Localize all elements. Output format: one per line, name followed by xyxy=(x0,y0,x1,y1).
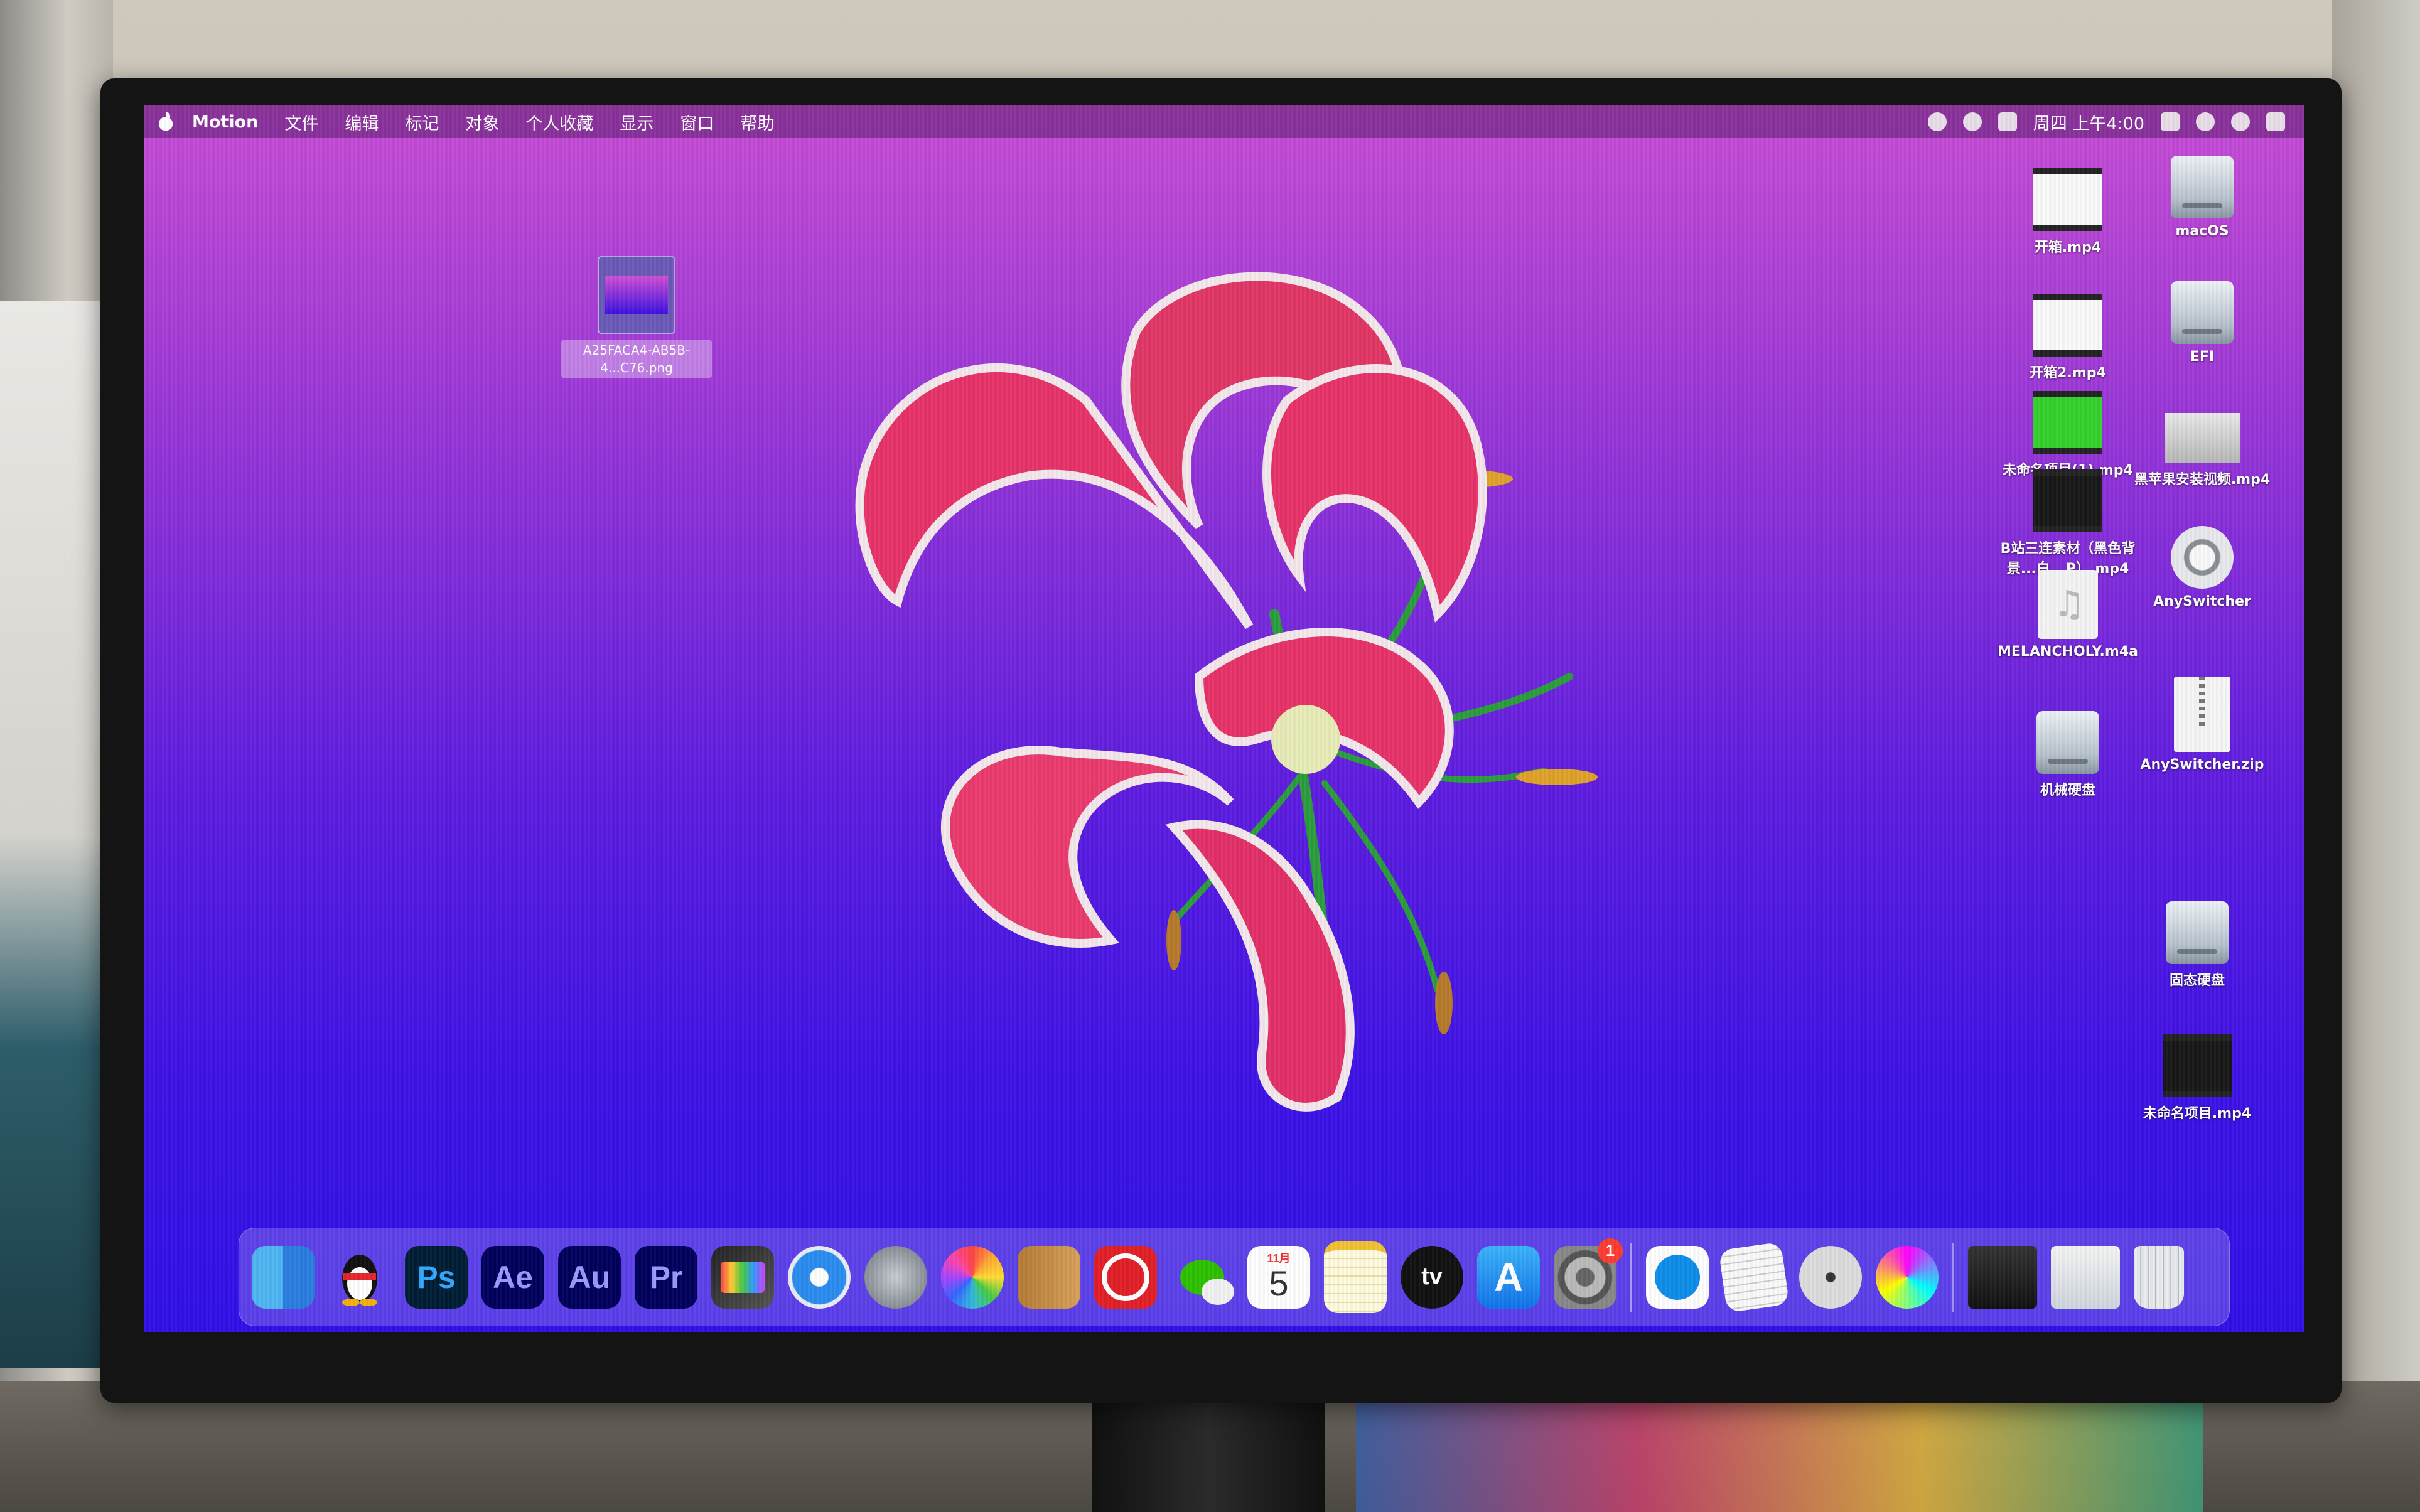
menu-view[interactable]: 显示 xyxy=(620,110,653,134)
after-effects-icon[interactable]: Ae xyxy=(481,1245,544,1309)
desktop-icon-efi-disk[interactable]: EFI xyxy=(2127,281,2277,365)
qq-status-icon[interactable] xyxy=(1962,112,1982,131)
desktop-screen: Motion 文件 编辑 标记 对象 个人收藏 显示 窗口 帮助 周四 上午4:… xyxy=(144,105,2304,1332)
apple-menu-icon[interactable] xyxy=(157,112,175,131)
desktop-icon-video[interactable]: 开箱2.mp4 xyxy=(1992,294,2143,382)
zip-file-icon xyxy=(2174,677,2230,752)
wechat-icon[interactable] xyxy=(1171,1246,1234,1309)
spotlight-search-icon[interactable] xyxy=(2196,112,2215,131)
desktop-icon-video[interactable]: 未命名项目(1).mp4 xyxy=(1992,391,2143,479)
desktop-icon-video[interactable]: 黑苹果安装视频.mp4 xyxy=(2127,413,2277,488)
anther xyxy=(1516,769,1598,785)
notification-badge: 1 xyxy=(1598,1238,1623,1263)
photoshop-icon[interactable]: Ps xyxy=(405,1245,468,1309)
calendar-day: 5 xyxy=(1269,1263,1289,1303)
motion-icon[interactable] xyxy=(1876,1245,1939,1309)
premiere-pro-icon[interactable]: Pr xyxy=(635,1245,697,1309)
menu-favorites[interactable]: 个人收藏 xyxy=(525,110,593,134)
calendar-month: 11月 xyxy=(1267,1252,1291,1265)
desktop-icon-hdd[interactable]: 机械硬盘 xyxy=(1992,711,2143,799)
siri-icon[interactable] xyxy=(2231,112,2250,131)
hard-disk-icon xyxy=(2166,901,2229,964)
input-method-icon[interactable] xyxy=(2161,112,2180,131)
netease-music-icon[interactable] xyxy=(1094,1245,1157,1309)
background-wall-right xyxy=(2332,0,2420,1512)
dock-separator xyxy=(1630,1242,1632,1312)
downloads-stack-icon[interactable] xyxy=(1968,1245,2037,1309)
contacts-icon[interactable] xyxy=(1018,1245,1080,1309)
video-file-icon xyxy=(2033,168,2102,231)
qq-penguin-icon xyxy=(342,1255,377,1306)
notes-icon[interactable] xyxy=(1324,1241,1387,1313)
notification-center-icon[interactable] xyxy=(2266,112,2285,131)
menu-clock[interactable]: 周四 上午4:00 xyxy=(2033,110,2144,134)
music-note-icon xyxy=(1102,1253,1149,1301)
video-file-icon xyxy=(2163,1034,2232,1097)
flower-center xyxy=(1271,705,1340,774)
desktop-icon-video[interactable]: B站三连素材（黑色背景...白...P）.mp4 xyxy=(1992,469,2143,577)
photos-icon[interactable] xyxy=(941,1245,1004,1309)
desktop-file-label: A25FACA4-AB5B-4...C76.png xyxy=(561,340,712,378)
menu-help[interactable]: 帮助 xyxy=(740,110,774,134)
qq-icon[interactable] xyxy=(328,1246,391,1309)
desktop-icon-ssd[interactable]: 固态硬盘 xyxy=(2122,901,2272,989)
system-preferences-icon[interactable]: 1 xyxy=(1554,1238,1623,1309)
dvd-player-icon[interactable] xyxy=(1799,1245,1862,1309)
desktop-icon-anyswitcher[interactable]: AnySwitcher xyxy=(2127,526,2277,609)
dock-separator xyxy=(1952,1242,1954,1312)
video-file-icon xyxy=(2033,469,2102,532)
a-glyph-icon: A xyxy=(1493,1254,1524,1300)
anther xyxy=(1166,910,1181,970)
desktop-file-png[interactable]: A25FACA4-AB5B-4...C76.png xyxy=(561,256,712,378)
teamviewer-status-icon[interactable] xyxy=(1998,112,2017,131)
menu-bar: Motion 文件 编辑 标记 对象 个人收藏 显示 窗口 帮助 周四 上午4:… xyxy=(144,105,2304,138)
menu-window[interactable]: 窗口 xyxy=(680,110,714,134)
hard-disk-icon xyxy=(2036,711,2099,774)
video-file-icon xyxy=(2033,294,2102,357)
desktop-icon-video[interactable]: 开箱.mp4 xyxy=(1992,168,2143,256)
desktop-icon-macos-disk[interactable]: macOS xyxy=(2127,156,2277,239)
audition-icon[interactable]: Au xyxy=(558,1245,621,1309)
anyswitcher-app-icon xyxy=(2171,526,2234,589)
desktop-icon-video[interactable]: 未命名项目.mp4 xyxy=(2122,1034,2272,1122)
wallpaper-flower xyxy=(855,272,1598,1112)
clapper-icon xyxy=(721,1261,765,1293)
menu-object[interactable]: 对象 xyxy=(465,110,499,134)
dock: Ps Ae Au Pr 11月 5 tv A 1 xyxy=(239,1228,2230,1326)
video-file-icon xyxy=(2033,391,2102,454)
calendar-icon[interactable]: 11月 5 xyxy=(1247,1245,1310,1309)
video-file-icon xyxy=(2165,413,2240,463)
hard-disk-icon xyxy=(2171,281,2234,344)
trash-icon[interactable] xyxy=(2134,1245,2184,1309)
desktop-icon-zip[interactable]: AnySwitcher.zip xyxy=(2127,677,2277,773)
app-menu[interactable]: Motion xyxy=(192,112,258,132)
image-file-thumbnail xyxy=(598,256,675,334)
menu-file[interactable]: 文件 xyxy=(284,110,318,134)
menu-mark[interactable]: 标记 xyxy=(405,110,439,134)
hard-disk-icon xyxy=(2171,156,2234,218)
flower-petal xyxy=(1262,364,1487,623)
app-store-icon[interactable]: A xyxy=(1477,1245,1540,1309)
menu-edit[interactable]: 编辑 xyxy=(345,110,379,134)
teamviewer-arrows-icon xyxy=(1655,1254,1700,1300)
launchpad-icon[interactable] xyxy=(864,1245,927,1309)
apple-tv-icon[interactable]: tv xyxy=(1401,1245,1463,1309)
documents-stack-icon[interactable] xyxy=(2051,1245,2120,1309)
audio-file-icon xyxy=(2038,570,2098,639)
anther xyxy=(1435,972,1453,1034)
netease-status-icon[interactable] xyxy=(1927,112,1947,131)
flower-petal xyxy=(1165,820,1355,1112)
safari-icon[interactable] xyxy=(788,1245,851,1309)
textedit-icon[interactable] xyxy=(1718,1241,1790,1312)
desktop-icon-audio[interactable]: MELANCHOLY.m4a xyxy=(1992,570,2143,660)
finder-icon[interactable] xyxy=(252,1245,315,1309)
final-cut-pro-icon[interactable] xyxy=(711,1245,774,1309)
chat-bubble-icon xyxy=(1180,1259,1234,1305)
teamviewer-icon[interactable] xyxy=(1646,1245,1709,1309)
